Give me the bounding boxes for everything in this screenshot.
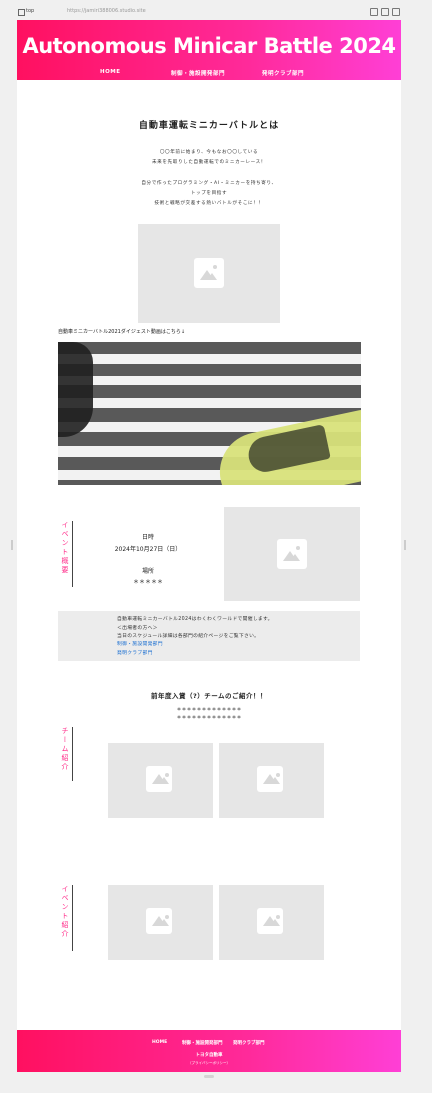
footer-nav-invention-club[interactable]: 発明クラブ部門: [233, 1040, 265, 1046]
teams-heading: 前年度入賞（?）チームのご紹介！！: [150, 692, 268, 700]
notice-line-1: 自動車運転ミニカーバトル2024はわくわくワールドで開催します。: [117, 617, 273, 622]
left-resize-handle[interactable]: [11, 540, 13, 550]
image-icon: [194, 258, 224, 288]
image-icon: [277, 539, 307, 569]
event-image-1: [108, 885, 213, 960]
scroll-indicator[interactable]: [204, 1075, 214, 1078]
image-icon: [146, 766, 172, 792]
tab-title[interactable]: top: [26, 8, 34, 14]
image-icon: [257, 766, 283, 792]
image-icon: [257, 908, 283, 934]
notice-line-2: ＜出場者の方へ＞: [117, 626, 158, 631]
link-control-dept[interactable]: 制御・施設開発部門: [117, 640, 163, 647]
event-image-2: [219, 885, 324, 960]
intro-line-4: トップを目指す: [190, 191, 228, 196]
event-overview-label: イベント概要: [61, 521, 69, 575]
teams-line-2: ＊＊＊＊＊＊＊＊＊＊＊＊＊: [176, 715, 242, 721]
date-label: 日時: [141, 534, 154, 541]
nav-control-dept[interactable]: 制御・施設開発部門: [171, 69, 225, 77]
site-title: Autonomous Minicar Battle 2024: [22, 34, 396, 58]
event-intro-label: イベント紹介: [61, 885, 69, 939]
nav-home[interactable]: HOME: [100, 69, 121, 75]
intro-line-5: 技術と戦略が交差する熱いバトルがそこに！！: [154, 201, 264, 206]
team-intro-label: チーム紹介: [61, 727, 69, 772]
intro-line-3: 自分で作ったプログラミング・AI・ミニカーを持ち寄り、: [141, 181, 277, 186]
intro-heading: 自動車運転ミニカーバトルとは: [138, 121, 280, 131]
footer-nav-home[interactable]: HOME: [152, 1040, 167, 1045]
browser-toolbar: top https://jamiri388006.studio.site: [0, 0, 432, 20]
privacy-policy-link[interactable]: （プライバシーポリシー）: [17, 1061, 401, 1066]
event-image-placeholder: [224, 507, 360, 601]
crosswalk-photo[interactable]: [58, 342, 361, 485]
share-icon[interactable]: [370, 8, 378, 16]
date-value: 2024年10月27日（日）: [114, 546, 182, 553]
right-resize-handle[interactable]: [404, 540, 406, 550]
intro-image-placeholder: [138, 224, 280, 323]
place-value: ＊＊＊＊＊: [132, 579, 163, 586]
intro-line-2: 未来を先取りした自動運転でのミニカーレース！: [151, 160, 267, 165]
copy-icon[interactable]: [381, 8, 389, 16]
team-image-1: [108, 743, 213, 818]
intro-line-1: 〇〇年前に始まり、今もなお〇〇している: [159, 150, 259, 155]
image-icon: [146, 908, 172, 934]
place-label: 場所: [141, 568, 154, 575]
page-icon: [18, 9, 25, 16]
nav-invention-club[interactable]: 発明クラブ部門: [262, 69, 304, 77]
footer-nav-control-dept[interactable]: 制御・施設開発部門: [182, 1040, 223, 1046]
team-image-2: [219, 743, 324, 818]
video-caption: 自動車ミニカーバトル2021ダイジェスト動画はこちら↓: [58, 329, 186, 335]
section-divider: [72, 521, 73, 587]
footer-org: トヨタ自動車: [195, 1053, 223, 1058]
notice-line-3: 当日のスケジュール詳細は各部門の紹介ページをご覧下さい。: [117, 634, 260, 639]
url-field[interactable]: https://jamiri388006.studio.site: [67, 8, 146, 14]
teams-line-1: ＊＊＊＊＊＊＊＊＊＊＊＊＊: [176, 707, 242, 713]
link-invention-club[interactable]: 発明クラブ部門: [117, 649, 153, 656]
section-divider: [72, 727, 73, 781]
section-divider: [72, 885, 73, 951]
open-icon[interactable]: [392, 8, 400, 16]
